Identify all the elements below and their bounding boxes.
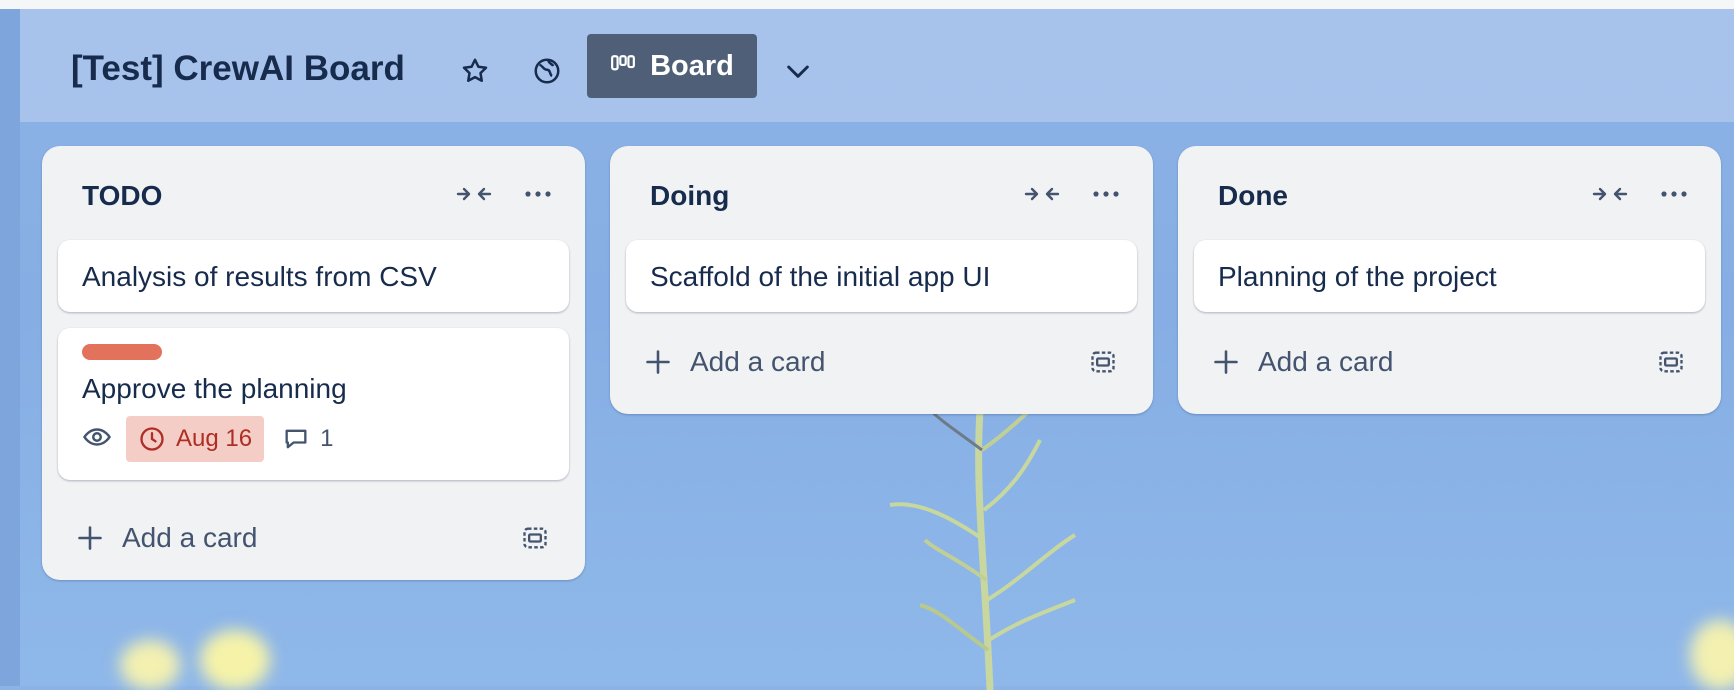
add-card-label: Add a card: [690, 346, 826, 377]
more-options-icon[interactable]: [1652, 176, 1696, 212]
board-title[interactable]: [Test] CrewAI Board: [71, 49, 405, 89]
list-title[interactable]: TODO: [82, 180, 162, 212]
card-template-icon[interactable]: [1657, 348, 1685, 376]
list-todo: TODO Analysis of results from CSV Approv…: [42, 146, 585, 580]
left-edge-strip: [0, 0, 20, 686]
card[interactable]: Planning of the project: [1194, 240, 1705, 312]
collapse-list-icon[interactable]: [1020, 176, 1064, 212]
card-label-red[interactable]: [82, 344, 162, 360]
card-template-icon[interactable]: [521, 524, 549, 552]
globe-icon[interactable]: [529, 53, 565, 89]
collapse-list-icon[interactable]: [1588, 176, 1632, 212]
background-plant: [889, 410, 1077, 690]
add-card-button[interactable]: Add a card: [610, 328, 1153, 414]
list-title[interactable]: Done: [1218, 180, 1288, 212]
watch-eye-icon: [82, 422, 112, 457]
list-done: Done Planning of the project Add a card: [1178, 146, 1721, 414]
board-view-label: Board: [650, 49, 734, 82]
comment-icon: [285, 429, 307, 449]
due-date-badge[interactable]: Aug 16: [126, 416, 265, 462]
board-header: [Test] CrewAI Board Board: [20, 9, 1734, 122]
background-flower: [200, 630, 270, 690]
board-view-button[interactable]: Board: [587, 34, 757, 98]
collapse-list-icon[interactable]: [452, 176, 496, 212]
comments-badge: 1: [282, 425, 333, 453]
due-date-text: Aug 16: [176, 425, 253, 452]
card-template-icon[interactable]: [1089, 348, 1117, 376]
plus-icon: [1214, 350, 1238, 374]
list-doing: Doing Scaffold of the initial app UI Add…: [610, 146, 1153, 414]
add-card-button[interactable]: Add a card: [42, 496, 585, 580]
card-title: Approve the planning: [82, 373, 347, 404]
star-icon[interactable]: [457, 53, 493, 89]
more-options-icon[interactable]: [516, 176, 560, 212]
top-bar-edge: [0, 0, 1734, 9]
chevron-down-icon[interactable]: [780, 53, 816, 89]
card[interactable]: Scaffold of the initial app UI: [626, 240, 1137, 312]
add-card-button[interactable]: Add a card: [1178, 328, 1721, 414]
background-flower: [120, 640, 180, 690]
card-title: Scaffold of the initial app UI: [650, 261, 991, 292]
background-flower: [1690, 620, 1734, 690]
plus-icon: [78, 526, 102, 550]
card[interactable]: Approve the planning Aug 16 1: [58, 328, 569, 480]
add-card-label: Add a card: [1258, 346, 1394, 377]
clock-icon: [140, 427, 164, 451]
plus-icon: [646, 350, 670, 374]
more-options-icon[interactable]: [1084, 176, 1128, 212]
comment-count: 1: [320, 425, 334, 452]
card[interactable]: Analysis of results from CSV: [58, 240, 569, 312]
list-title[interactable]: Doing: [650, 180, 729, 212]
board-columns-icon: [611, 55, 636, 71]
add-card-label: Add a card: [122, 522, 258, 553]
card-title: Analysis of results from CSV: [82, 261, 437, 292]
card-title: Planning of the project: [1218, 261, 1497, 292]
